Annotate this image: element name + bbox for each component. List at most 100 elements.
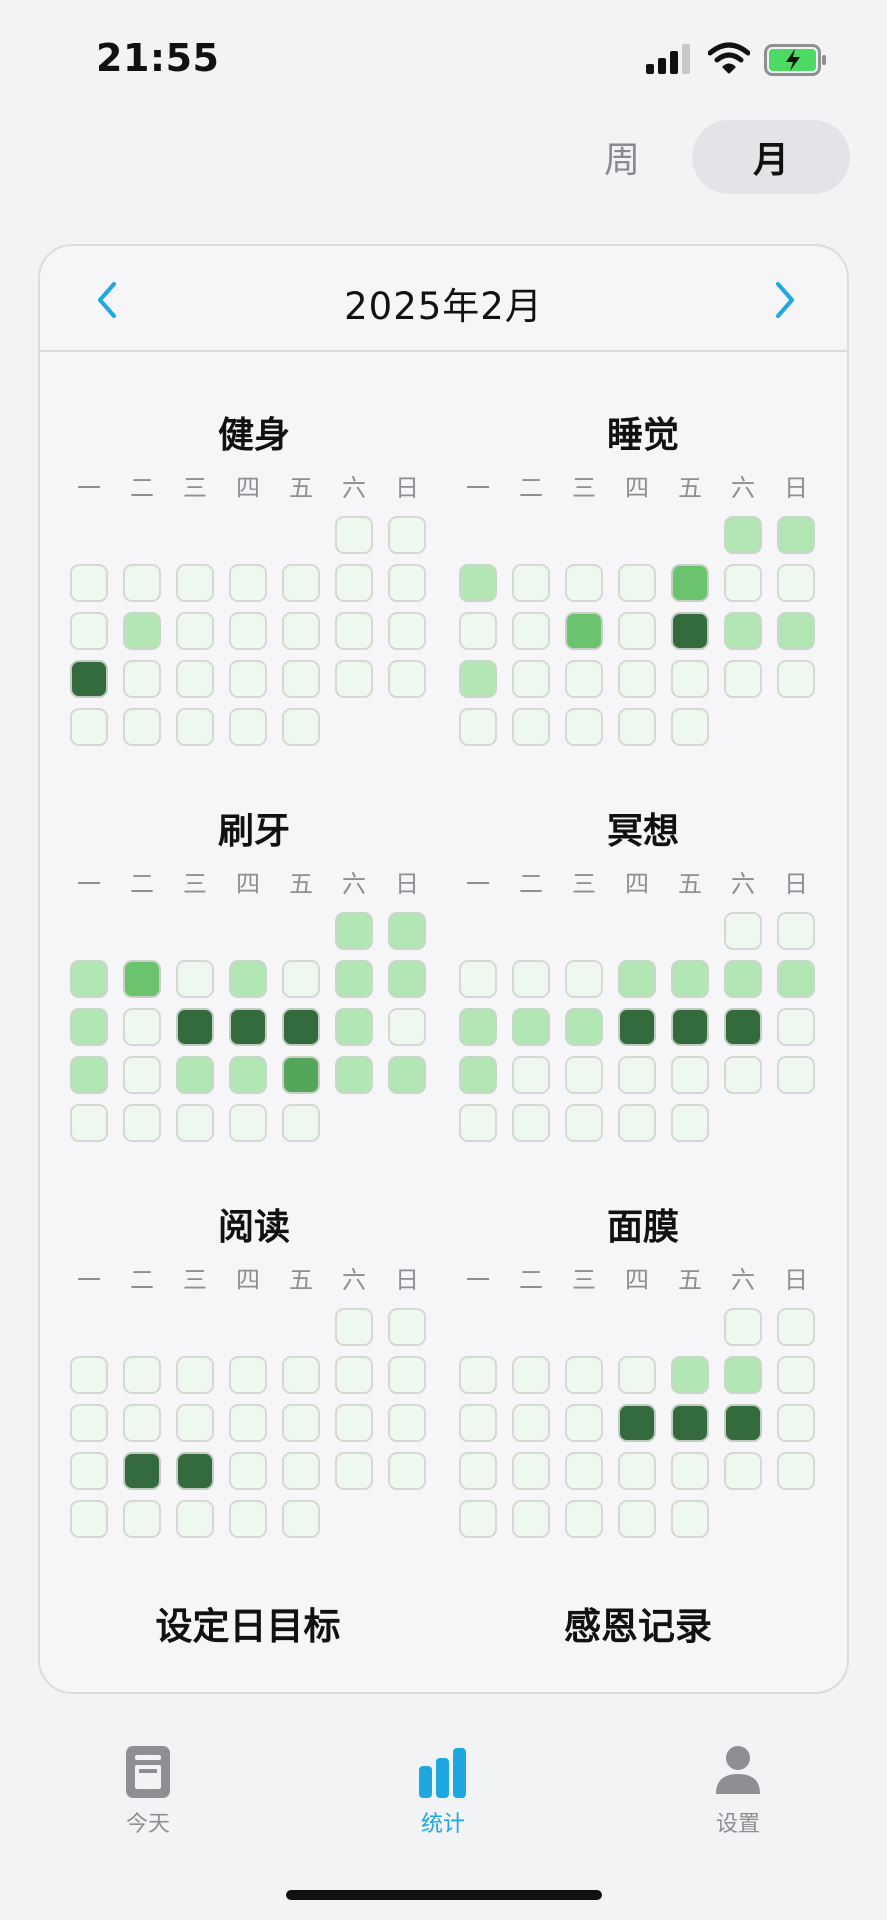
day-cell[interactable] xyxy=(282,612,320,650)
day-cell[interactable] xyxy=(335,960,373,998)
day-cell[interactable] xyxy=(512,660,550,698)
day-cell[interactable] xyxy=(777,516,815,554)
day-cell[interactable] xyxy=(282,1104,320,1142)
day-cell[interactable] xyxy=(777,1056,815,1094)
day-cell[interactable] xyxy=(388,564,426,602)
day-cell[interactable] xyxy=(459,1452,497,1490)
day-cell[interactable] xyxy=(618,660,656,698)
day-cell[interactable] xyxy=(282,708,320,746)
day-cell[interactable] xyxy=(123,1008,161,1046)
day-cell[interactable] xyxy=(229,612,267,650)
day-cell[interactable] xyxy=(724,912,762,950)
day-cell[interactable] xyxy=(777,1308,815,1346)
day-cell[interactable] xyxy=(335,1404,373,1442)
day-cell[interactable] xyxy=(724,1356,762,1394)
day-cell[interactable] xyxy=(70,708,108,746)
day-cell[interactable] xyxy=(123,564,161,602)
day-cell[interactable] xyxy=(282,1356,320,1394)
day-cell[interactable] xyxy=(724,960,762,998)
day-cell[interactable] xyxy=(671,1356,709,1394)
day-cell[interactable] xyxy=(777,1404,815,1442)
segment-week[interactable]: 周 xyxy=(552,120,692,194)
day-cell[interactable] xyxy=(565,660,603,698)
day-cell[interactable] xyxy=(724,1452,762,1490)
day-cell[interactable] xyxy=(671,1104,709,1142)
day-cell[interactable] xyxy=(565,960,603,998)
day-cell[interactable] xyxy=(123,612,161,650)
day-cell[interactable] xyxy=(671,612,709,650)
day-cell[interactable] xyxy=(123,1452,161,1490)
day-cell[interactable] xyxy=(229,1356,267,1394)
day-cell[interactable] xyxy=(724,660,762,698)
day-cell[interactable] xyxy=(724,612,762,650)
day-cell[interactable] xyxy=(229,660,267,698)
day-cell[interactable] xyxy=(70,1500,108,1538)
day-cell[interactable] xyxy=(512,708,550,746)
day-cell[interactable] xyxy=(335,1356,373,1394)
day-cell[interactable] xyxy=(777,960,815,998)
day-cell[interactable] xyxy=(282,1500,320,1538)
day-cell[interactable] xyxy=(229,564,267,602)
day-cell[interactable] xyxy=(176,1104,214,1142)
day-cell[interactable] xyxy=(459,1008,497,1046)
day-cell[interactable] xyxy=(335,1008,373,1046)
day-cell[interactable] xyxy=(176,1008,214,1046)
day-cell[interactable] xyxy=(176,1056,214,1094)
day-cell[interactable] xyxy=(459,660,497,698)
day-cell[interactable] xyxy=(176,1356,214,1394)
day-cell[interactable] xyxy=(335,912,373,950)
day-cell[interactable] xyxy=(459,612,497,650)
day-cell[interactable] xyxy=(724,1404,762,1442)
day-cell[interactable] xyxy=(70,1452,108,1490)
day-cell[interactable] xyxy=(70,612,108,650)
day-cell[interactable] xyxy=(229,1452,267,1490)
day-cell[interactable] xyxy=(335,564,373,602)
day-cell[interactable] xyxy=(70,1056,108,1094)
day-cell[interactable] xyxy=(512,1104,550,1142)
day-cell[interactable] xyxy=(282,1008,320,1046)
day-cell[interactable] xyxy=(388,1404,426,1442)
day-cell[interactable] xyxy=(282,1404,320,1442)
day-cell[interactable] xyxy=(512,1500,550,1538)
day-cell[interactable] xyxy=(229,960,267,998)
day-cell[interactable] xyxy=(512,1056,550,1094)
day-cell[interactable] xyxy=(70,1404,108,1442)
day-cell[interactable] xyxy=(512,1452,550,1490)
day-cell[interactable] xyxy=(671,564,709,602)
day-cell[interactable] xyxy=(618,1500,656,1538)
day-cell[interactable] xyxy=(70,564,108,602)
day-cell[interactable] xyxy=(229,1008,267,1046)
day-cell[interactable] xyxy=(123,1500,161,1538)
day-cell[interactable] xyxy=(176,1452,214,1490)
day-cell[interactable] xyxy=(459,564,497,602)
day-cell[interactable] xyxy=(618,1008,656,1046)
day-cell[interactable] xyxy=(176,564,214,602)
day-cell[interactable] xyxy=(671,660,709,698)
day-cell[interactable] xyxy=(618,708,656,746)
day-cell[interactable] xyxy=(229,1104,267,1142)
day-cell[interactable] xyxy=(282,564,320,602)
day-cell[interactable] xyxy=(724,1008,762,1046)
day-cell[interactable] xyxy=(176,708,214,746)
day-cell[interactable] xyxy=(565,1008,603,1046)
day-cell[interactable] xyxy=(282,960,320,998)
day-cell[interactable] xyxy=(777,912,815,950)
day-cell[interactable] xyxy=(618,1452,656,1490)
day-cell[interactable] xyxy=(724,564,762,602)
day-cell[interactable] xyxy=(459,1500,497,1538)
day-cell[interactable] xyxy=(123,1404,161,1442)
day-cell[interactable] xyxy=(565,564,603,602)
day-cell[interactable] xyxy=(388,912,426,950)
day-cell[interactable] xyxy=(512,1008,550,1046)
day-cell[interactable] xyxy=(671,1008,709,1046)
day-cell[interactable] xyxy=(459,1104,497,1142)
day-cell[interactable] xyxy=(282,1452,320,1490)
day-cell[interactable] xyxy=(777,564,815,602)
day-cell[interactable] xyxy=(388,1308,426,1346)
day-cell[interactable] xyxy=(335,660,373,698)
day-cell[interactable] xyxy=(388,1452,426,1490)
day-cell[interactable] xyxy=(565,1056,603,1094)
day-cell[interactable] xyxy=(618,1104,656,1142)
chevron-right-icon[interactable] xyxy=(764,278,804,322)
day-cell[interactable] xyxy=(618,960,656,998)
